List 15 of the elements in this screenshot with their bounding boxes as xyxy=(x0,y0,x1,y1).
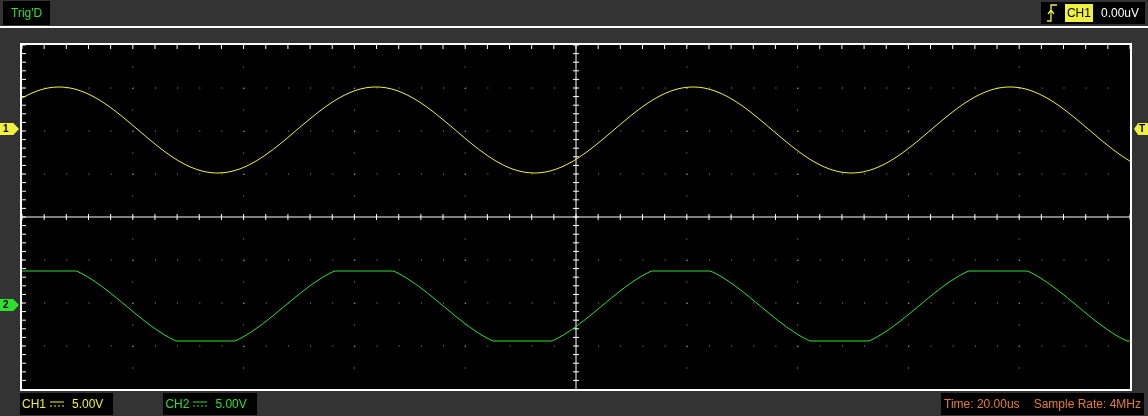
trigger-marker[interactable]: T xyxy=(1134,123,1148,135)
trigger-status: Trig'D xyxy=(3,1,51,25)
time-per-division: Time: 20.00us xyxy=(944,396,1020,413)
channel-label: CH1 xyxy=(22,396,46,413)
channel-marker[interactable]: 2 xyxy=(0,299,19,311)
dc-coupling-icon xyxy=(193,400,208,408)
trigger-channel: CH1 xyxy=(1064,4,1093,22)
channel-marker[interactable]: 1 xyxy=(0,123,19,135)
rising-edge-icon xyxy=(1046,4,1057,22)
volts-per-division: 5.00V xyxy=(215,396,247,413)
dc-coupling-icon xyxy=(50,400,64,408)
sample-rate: Sample Rate: 4MHz xyxy=(1033,396,1141,413)
channel-label: CH2 xyxy=(165,396,190,413)
trigger-level: 0.00uV xyxy=(1100,5,1139,22)
volts-per-division: 5.00V xyxy=(72,396,104,413)
